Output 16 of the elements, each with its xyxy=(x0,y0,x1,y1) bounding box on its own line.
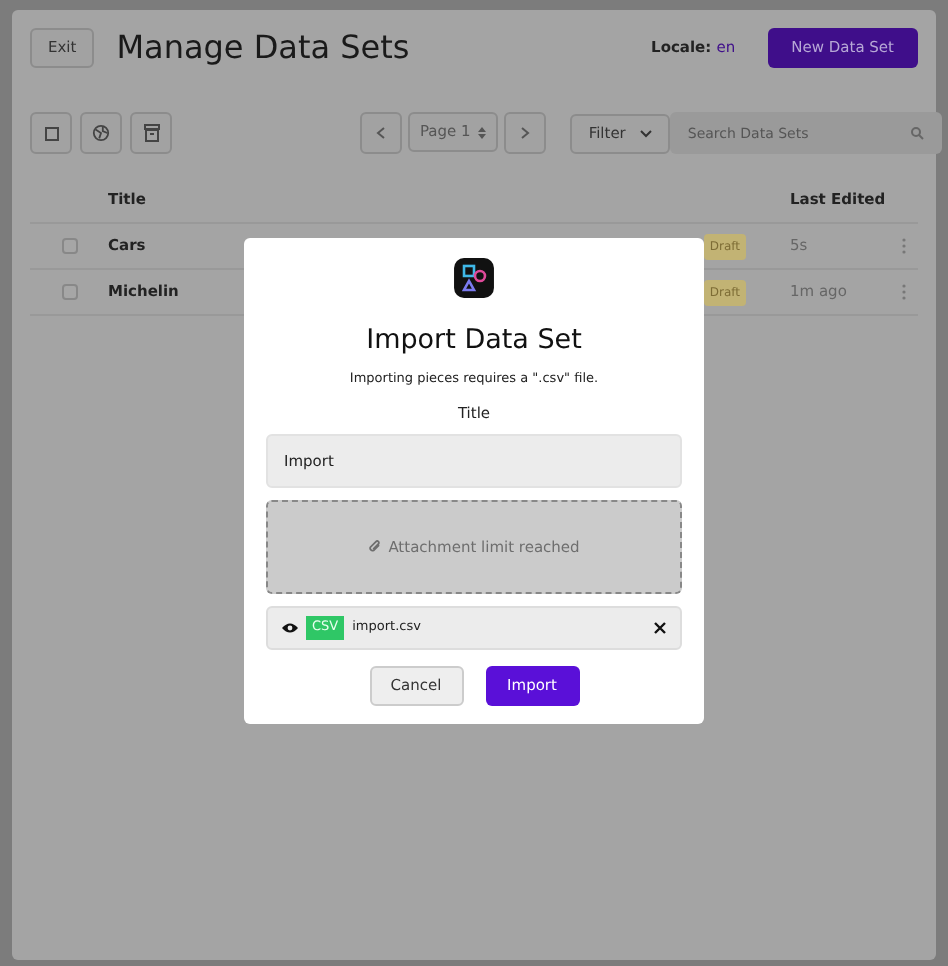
next-page-icon[interactable] xyxy=(504,112,547,154)
app-logo-icon xyxy=(452,256,496,300)
row-checkbox[interactable] xyxy=(61,284,77,300)
dialog-title: Import Data Set xyxy=(366,321,582,360)
search-icon xyxy=(909,126,924,140)
eye-icon[interactable] xyxy=(282,622,298,635)
previous-page-icon[interactable] xyxy=(360,112,402,154)
chevron-icon xyxy=(639,129,652,137)
page-title: Manage Data Sets xyxy=(116,26,410,70)
paperclip-icon xyxy=(368,540,383,555)
close-icon[interactable] xyxy=(654,622,666,635)
select-icon[interactable] xyxy=(30,112,72,154)
globe-icon[interactable] xyxy=(80,112,122,154)
row-checkbox[interactable] xyxy=(61,238,77,254)
archive-icon[interactable] xyxy=(130,112,172,154)
sort-icon xyxy=(478,125,487,139)
